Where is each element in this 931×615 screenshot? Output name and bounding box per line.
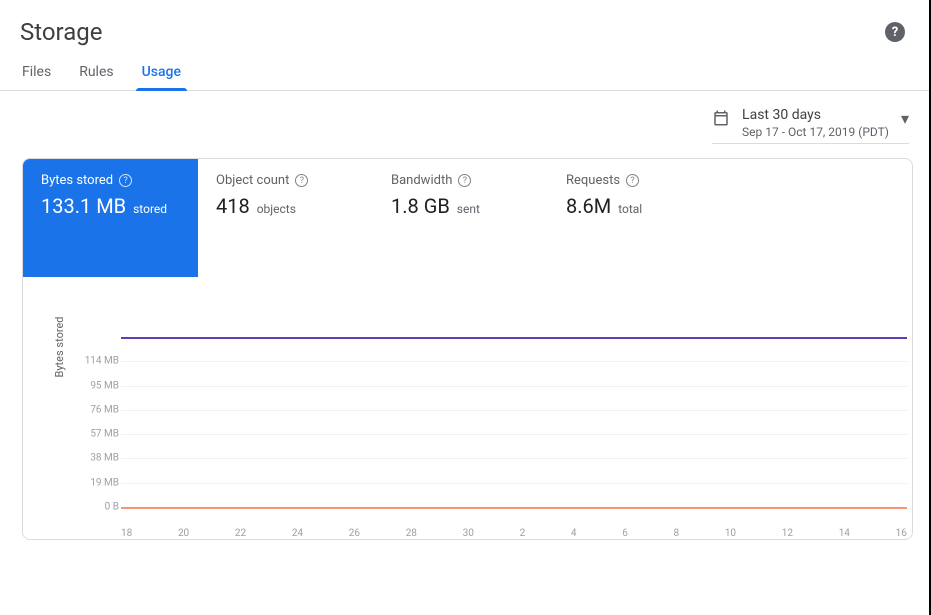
x-axis: 18202224262830246810121416 [121, 528, 907, 539]
x-tick-label: 24 [292, 528, 303, 539]
date-range-picker[interactable]: Last 30 days Sep 17 - Oct 17, 2019 (PDT)… [712, 107, 909, 144]
info-icon[interactable]: ? [119, 174, 132, 187]
x-tick-label: 14 [839, 528, 850, 539]
y-tick-label: 114 MB [81, 356, 119, 367]
chart-gridline [121, 483, 907, 484]
x-tick-label: 4 [571, 528, 577, 539]
metric-value: 418 [216, 194, 250, 218]
metrics-row: Bytes stored ? 133.1 MB stored Object co… [23, 159, 912, 277]
y-tick-label: 0 B [81, 502, 119, 513]
x-tick-label: 8 [674, 528, 680, 539]
page-title: Storage [20, 18, 102, 46]
info-icon[interactable]: ? [295, 174, 308, 187]
chart-gridline [121, 410, 907, 411]
y-tick-label: 57 MB [81, 429, 119, 440]
metric-bandwidth[interactable]: Bandwidth ? 1.8 GB sent [373, 159, 548, 277]
metric-object-count[interactable]: Object count ? 418 objects [198, 159, 373, 277]
y-tick-label: 76 MB [81, 404, 119, 415]
info-icon[interactable]: ? [458, 174, 471, 187]
tab-rules[interactable]: Rules [77, 54, 115, 90]
x-tick-label: 18 [121, 528, 132, 539]
y-axis-label: Bytes stored [53, 317, 66, 378]
x-tick-label: 12 [782, 528, 793, 539]
chart-gridline [121, 361, 907, 362]
metric-title: Bytes stored [41, 173, 113, 188]
metric-unit: total [618, 202, 642, 216]
metric-unit: objects [257, 202, 296, 216]
metric-requests[interactable]: Requests ? 8.6M total [548, 159, 723, 277]
metric-unit: stored [133, 202, 167, 216]
chart-series [121, 337, 907, 339]
metric-value: 1.8 GB [391, 194, 450, 218]
y-tick-label: 19 MB [81, 477, 119, 488]
chevron-down-icon: ▾ [901, 109, 909, 128]
usage-card: Bytes stored ? 133.1 MB stored Object co… [22, 158, 913, 540]
calendar-icon [712, 107, 730, 131]
x-tick-label: 20 [178, 528, 189, 539]
metric-value: 133.1 MB [41, 194, 126, 218]
x-tick-label: 22 [235, 528, 246, 539]
chart: Bytes stored 0 B19 MB38 MB57 MB76 MB95 M… [23, 277, 912, 539]
x-tick-label: 2 [520, 528, 526, 539]
chart-gridline [121, 386, 907, 387]
x-tick-label: 30 [463, 528, 474, 539]
info-icon[interactable]: ? [626, 174, 639, 187]
y-tick-label: 38 MB [81, 453, 119, 464]
chart-series [121, 507, 907, 509]
x-tick-label: 16 [896, 528, 907, 539]
x-tick-label: 6 [622, 528, 628, 539]
x-tick-label: 26 [349, 528, 360, 539]
date-range-sub: Sep 17 - Oct 17, 2019 (PDT) [742, 125, 889, 139]
help-icon[interactable]: ? [885, 22, 905, 42]
metric-title: Bandwidth [391, 173, 452, 188]
metric-value: 8.6M [566, 194, 611, 218]
tab-usage[interactable]: Usage [140, 54, 183, 90]
y-tick-label: 95 MB [81, 380, 119, 391]
metric-title: Requests [566, 173, 620, 188]
tab-files[interactable]: Files [20, 54, 53, 90]
metric-bytes-stored[interactable]: Bytes stored ? 133.1 MB stored [23, 159, 198, 277]
tabs: Files Rules Usage [0, 54, 929, 91]
chart-plot: 0 B19 MB38 MB57 MB76 MB95 MB114 MB182022… [87, 337, 907, 523]
chart-gridline [121, 458, 907, 459]
date-range-label: Last 30 days [742, 107, 889, 123]
x-tick-label: 10 [725, 528, 736, 539]
metric-unit: sent [457, 202, 480, 216]
metric-title: Object count [216, 173, 289, 188]
x-tick-label: 28 [406, 528, 417, 539]
chart-gridline [121, 434, 907, 435]
